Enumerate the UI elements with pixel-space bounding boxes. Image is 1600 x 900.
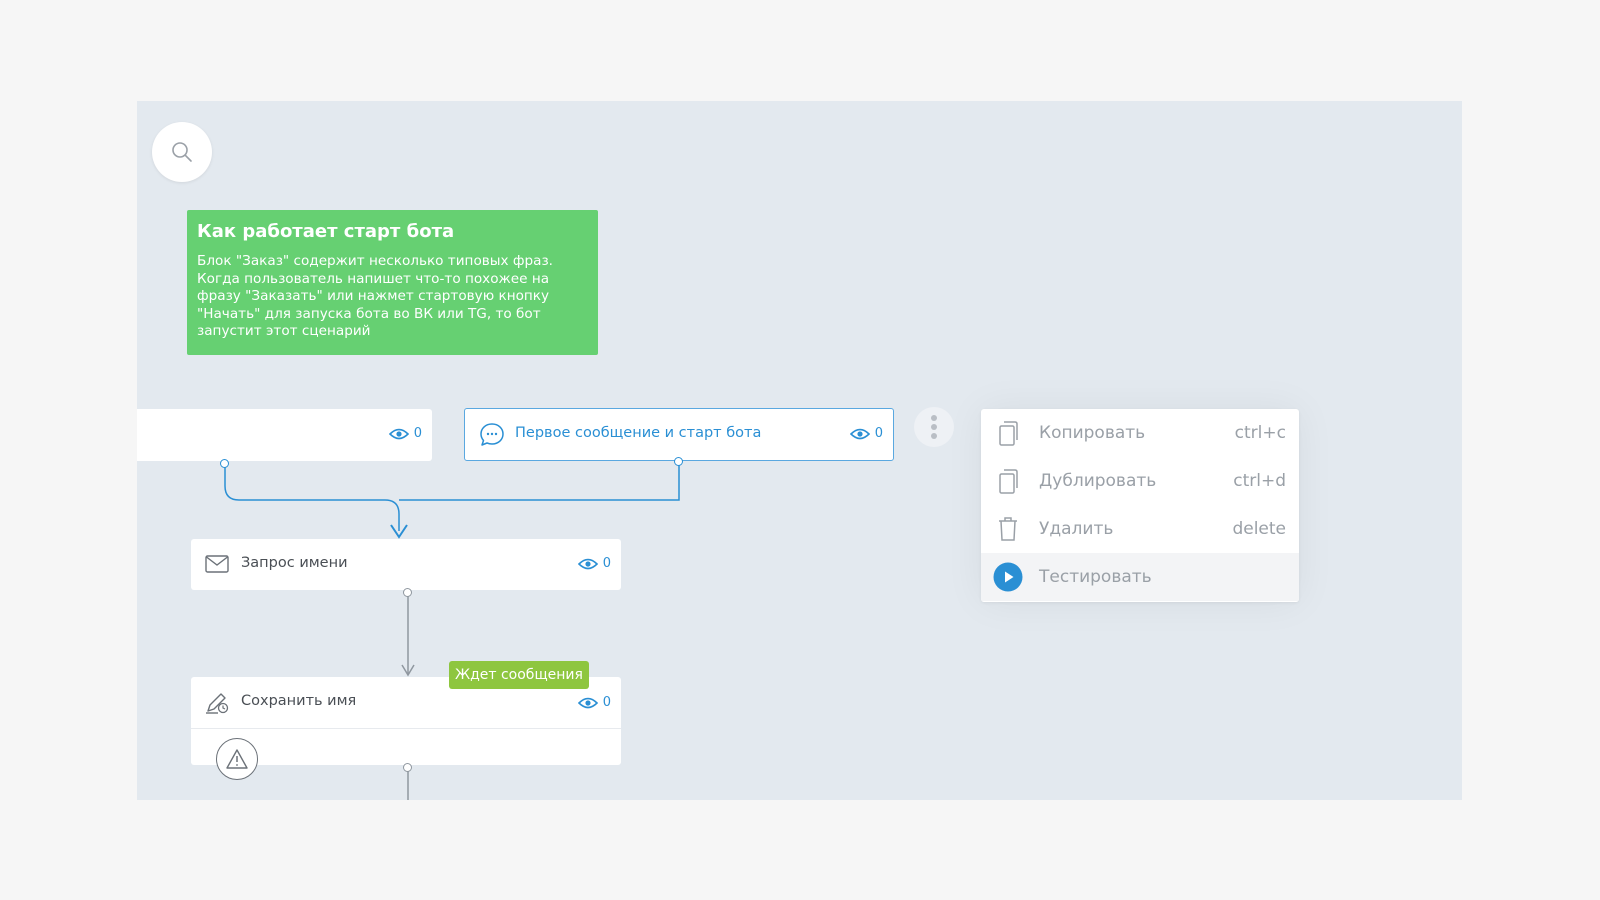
envelope-icon	[205, 555, 229, 573]
views-counter: 0	[577, 695, 611, 710]
menu-item-shortcut: delete	[1232, 519, 1286, 539]
menu-item-label: Тестировать	[1039, 567, 1152, 587]
flow-block-name-request[interactable]: Запрос имени 0	[191, 539, 621, 590]
eye-icon	[849, 428, 870, 439]
menu-item-duplicate[interactable]: Дублировать ctrl+d	[981, 457, 1299, 505]
start-bot-note[interactable]: Как работает старт бота Блок "Заказ" сод…	[187, 210, 598, 355]
views-count: 0	[413, 426, 422, 441]
block-label: Запрос имени	[241, 555, 348, 571]
chat-bubble-icon	[480, 423, 504, 446]
menu-item-shortcut: ctrl+d	[1233, 471, 1286, 491]
flow-block-save-name[interactable]: Сохранить имя 0	[191, 677, 621, 780]
output-port[interactable]	[403, 588, 412, 597]
dot	[931, 415, 937, 421]
block-label: Сохранить имя	[241, 693, 357, 709]
eye-icon	[577, 558, 598, 569]
flow-block-first-message[interactable]: Первое сообщение и старт бота 0	[464, 408, 894, 461]
dot	[931, 433, 937, 439]
trash-icon	[999, 517, 1017, 541]
block-options-button[interactable]	[914, 407, 954, 447]
views-counter: 0	[388, 426, 422, 441]
block-label: Первое сообщение и старт бота	[515, 425, 762, 441]
views-count: 0	[602, 695, 611, 710]
menu-item-label: Удалить	[1039, 519, 1114, 539]
flow-block-left[interactable]: 0	[137, 409, 432, 461]
warning-icon	[226, 749, 248, 769]
search-button[interactable]	[152, 122, 212, 182]
note-text: Блок "Заказ" содержит несколько типовых …	[197, 253, 554, 340]
views-count: 0	[602, 556, 611, 571]
warning-button[interactable]	[216, 738, 258, 780]
eye-icon	[577, 697, 598, 708]
eye-icon	[388, 428, 409, 439]
dot	[931, 424, 937, 430]
flow-canvas[interactable]: Как работает старт бота Блок "Заказ" сод…	[137, 101, 1462, 800]
views-count: 0	[874, 426, 883, 441]
waiting-badge: Ждет сообщения	[449, 661, 589, 689]
duplicate-icon	[999, 469, 1018, 494]
menu-item-test[interactable]: Тестировать	[981, 553, 1299, 601]
output-port[interactable]	[674, 457, 683, 466]
output-port[interactable]	[220, 459, 229, 468]
views-counter: 0	[577, 556, 611, 571]
block-divider	[191, 728, 621, 729]
pencil-clock-icon	[206, 693, 229, 714]
menu-item-shortcut: ctrl+c	[1234, 423, 1286, 443]
search-icon	[172, 142, 192, 162]
menu-item-label: Дублировать	[1039, 471, 1157, 491]
copy-icon	[999, 421, 1018, 446]
output-port[interactable]	[403, 763, 412, 772]
play-icon	[993, 562, 1023, 592]
menu-item-label: Копировать	[1039, 423, 1146, 443]
menu-item-copy[interactable]: Копировать ctrl+c	[981, 409, 1299, 457]
menu-item-delete[interactable]: Удалить delete	[981, 505, 1299, 553]
block-context-menu: Копировать ctrl+c Дублировать ctrl+d Уда…	[981, 409, 1299, 602]
note-title: Как работает старт бота	[197, 221, 455, 242]
views-counter: 0	[849, 426, 883, 441]
